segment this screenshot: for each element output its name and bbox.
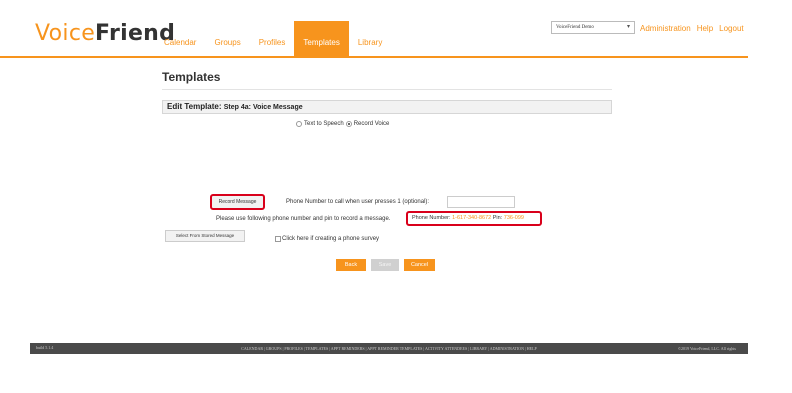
- back-button[interactable]: Back: [336, 259, 366, 271]
- message-type-options: Text to Speech Record Voice: [296, 121, 389, 127]
- section-subtitle: Step 4a: Voice Message: [223, 104, 303, 111]
- phone-survey-label: Click here if creating a phone survey: [282, 236, 380, 242]
- record-phone-info: Phone Number: 1-617-340-8672 Pin: 736-09…: [406, 211, 542, 226]
- record-instruction: Please use following phone number and pi…: [216, 216, 391, 222]
- account-select-value: VoiceFriend Demo: [556, 25, 594, 30]
- help-link[interactable]: Help: [697, 24, 713, 33]
- phone-number-label: Phone Number:: [412, 215, 451, 221]
- nav-library[interactable]: Library: [349, 21, 391, 57]
- pin-label: Pin:: [492, 215, 503, 221]
- nav-groups[interactable]: Groups: [205, 21, 249, 57]
- callback-number-input[interactable]: [447, 196, 515, 208]
- section-title: Edit Template:: [167, 102, 222, 111]
- logout-link[interactable]: Logout: [719, 24, 743, 33]
- record-voice-radio[interactable]: [345, 121, 352, 127]
- nav-profiles[interactable]: Profiles: [250, 21, 295, 57]
- chevron-down-icon: ▾: [626, 24, 630, 30]
- footer: build 5.1.4 CALENDAR | GROUPS | PROFILES…: [30, 343, 748, 354]
- header-links: Administration Help Logout: [640, 24, 744, 33]
- cancel-button[interactable]: Cancel: [404, 259, 435, 271]
- section-header: Edit Template: Step 4a: Voice Message: [162, 100, 612, 114]
- copyright: ©2019 VoiceFriend, LLC. All rights: [677, 346, 736, 351]
- page-title: Templates: [162, 70, 221, 84]
- select-stored-message-button[interactable]: Select From Stored Message: [165, 230, 245, 242]
- pin-value: 736-099: [503, 215, 524, 221]
- save-button[interactable]: Save: [371, 259, 399, 271]
- phone-survey-checkbox[interactable]: [275, 236, 281, 242]
- nav-templates[interactable]: Templates: [294, 21, 349, 57]
- record-message-button[interactable]: Record Message: [210, 194, 265, 210]
- record-voice-label: Record Voice: [353, 121, 390, 127]
- main-nav: Calendar Groups Profiles Templates Libra…: [155, 21, 391, 57]
- title-divider: [162, 89, 612, 90]
- phone-number-value: 1-617-340-8672: [452, 215, 492, 221]
- footer-links[interactable]: CALENDAR | GROUPS | PROFILES | TEMPLATES…: [30, 346, 748, 351]
- nav-calendar[interactable]: Calendar: [155, 21, 205, 57]
- nav-divider: [0, 56, 748, 58]
- account-select[interactable]: VoiceFriend Demo ▾: [551, 21, 635, 34]
- phone-survey-option: Click here if creating a phone survey: [275, 236, 379, 242]
- text-to-speech-label: Text to Speech: [304, 121, 344, 127]
- callback-number-label: Phone Number to call when user presses 1…: [286, 199, 430, 205]
- logo-voice-text: Voice: [35, 21, 96, 46]
- administration-link[interactable]: Administration: [640, 24, 691, 33]
- text-to-speech-radio[interactable]: [296, 121, 302, 127]
